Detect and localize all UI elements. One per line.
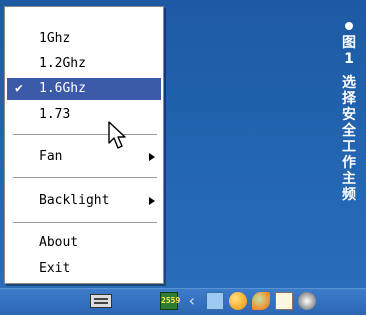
taskbar: 2559 ‹ [0,288,366,315]
submenu-arrow-icon [149,153,155,161]
menu-item-1-6ghz[interactable]: ✔ 1.6Ghz [7,78,161,100]
figure-caption: 图 1 选 择 安 全 工 作 主 频 [338,22,360,203]
submenu-arrow-icon [149,197,155,205]
system-tray: 2559 ‹ [160,292,316,312]
caption-fig-num: 1 [344,51,354,67]
leaf-icon[interactable] [252,292,270,310]
caption-char-2: 择 [342,91,356,107]
menu-item-label: 1.6Ghz [39,81,86,96]
menu-separator [13,134,157,136]
menu-item-fan[interactable]: Fan [7,146,161,168]
menu-item-label: 1Ghz [39,31,71,46]
caption-fig-char: 图 [342,35,356,51]
disc-icon[interactable] [298,292,316,310]
caption-char-4: 全 [342,123,356,139]
network-icon[interactable] [206,292,224,310]
caption-char-5: 工 [342,139,356,155]
keyboard-icon[interactable] [90,294,112,308]
caption-char-8: 频 [342,187,356,203]
menu-item-label: Exit [39,261,71,276]
back-arrow-icon[interactable]: ‹ [183,292,201,310]
menu-item-exit[interactable]: Exit [7,258,161,280]
cpu-speed-tray-icon[interactable]: 2559 [160,292,180,310]
menu-item-about[interactable]: About [7,232,161,254]
menu-item-label: 1.73 [39,107,71,122]
menu-item-label: Fan [39,149,63,164]
menu-item-1-73[interactable]: 1.73 [7,104,161,126]
mouse-pointer-icon [108,121,126,149]
moon-icon[interactable] [229,292,247,310]
caption-char-6: 作 [342,155,356,171]
checkmark-icon: ✔ [15,81,23,96]
document-icon[interactable] [275,292,293,310]
menu-item-1-2ghz[interactable]: 1.2Ghz [7,53,161,75]
menu-item-label: 1.2Ghz [39,56,86,71]
menu-item-1ghz[interactable]: 1Ghz [7,28,161,50]
caption-bullet [345,22,353,30]
menu-item-backlight[interactable]: Backlight [7,190,161,212]
menu-separator [13,177,157,179]
caption-char-1: 选 [342,75,356,91]
menu-item-label: Backlight [39,193,110,208]
menu-item-label: About [39,235,79,250]
context-menu: 1Ghz 1.2Ghz ✔ 1.6Ghz 1.73 Fan Backlight … [4,6,164,284]
menu-separator [13,222,157,224]
caption-char-3: 安 [342,107,356,123]
caption-char-7: 主 [342,171,356,187]
